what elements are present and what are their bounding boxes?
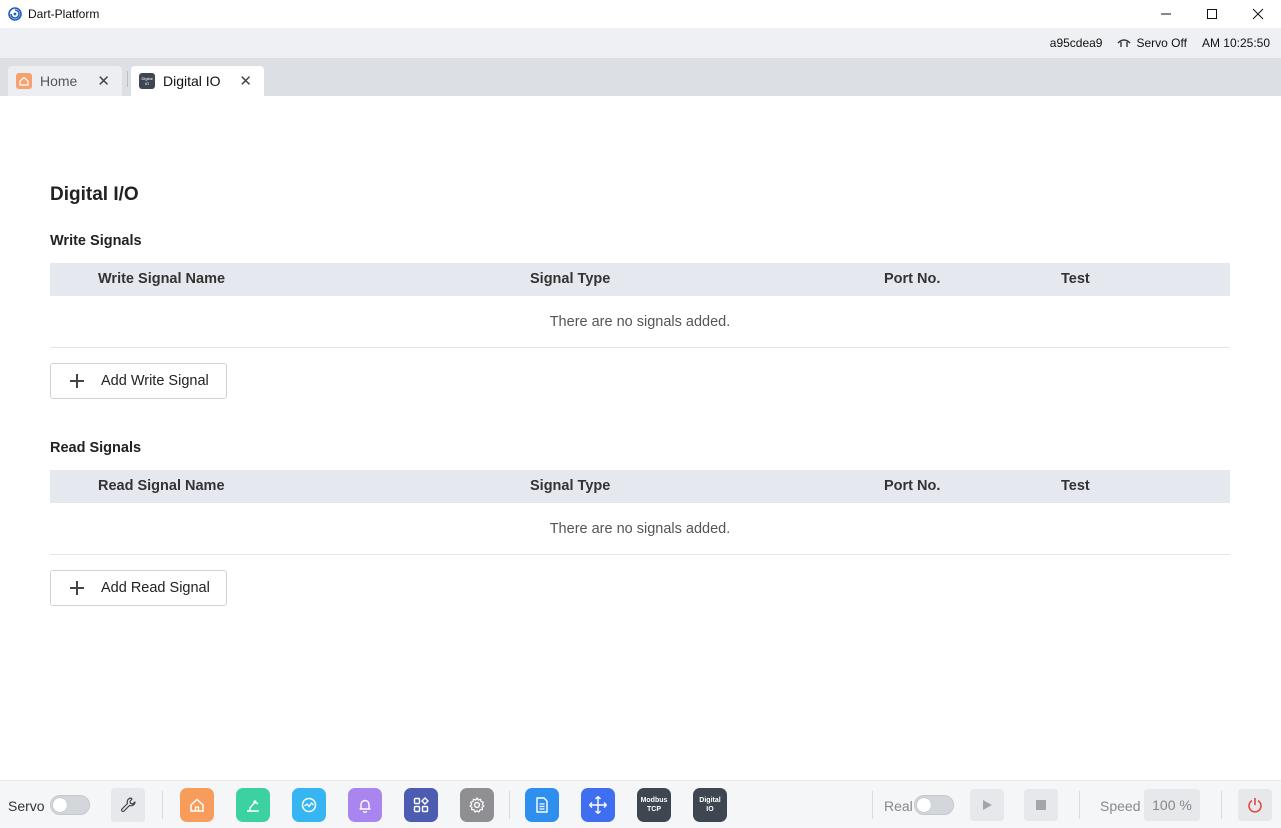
write-signals-title: Write Signals [50, 233, 142, 249]
window-title: Dart-Platform [28, 7, 100, 21]
toolbar-separator [509, 791, 510, 819]
monitor-icon [301, 797, 317, 813]
servo-toggle[interactable] [50, 795, 90, 815]
move-app-button[interactable] [581, 788, 615, 822]
maximize-button[interactable] [1189, 0, 1235, 28]
digital-io-icon-text: Digital IO [141, 76, 153, 86]
real-mode-toggle-knob [917, 798, 931, 812]
read-signals-table: Read Signal Name Signal Type Port No. Te… [50, 470, 1230, 555]
stop-button[interactable] [1024, 789, 1058, 821]
minimize-button[interactable] [1143, 0, 1189, 28]
wrench-icon [121, 797, 136, 812]
column-header-signal-type: Signal Type [530, 478, 611, 494]
speed-label: Speed [1100, 798, 1141, 814]
column-header-name: Write Signal Name [98, 271, 226, 287]
close-window-button[interactable] [1235, 0, 1281, 28]
speed-value[interactable]: 100 % [1144, 789, 1200, 821]
stop-icon [1036, 800, 1046, 810]
column-header-port-no: Port No. [884, 271, 941, 287]
play-button[interactable] [970, 789, 1004, 821]
home-icon [190, 798, 204, 812]
read-signals-empty-message: There are no signals added. [50, 503, 1230, 555]
status-bar: a95cdea9 Servo Off AM 10:25:50 [0, 28, 1281, 58]
clock-text: AM 10:25:50 [1201, 36, 1270, 50]
tab-bar: Home ✕ Digital IO Digital IO ✕ [0, 58, 1281, 96]
write-signals-empty-message: There are no signals added. [50, 296, 1230, 348]
toolbar-separator [872, 791, 873, 819]
settings-app-button[interactable] [460, 788, 494, 822]
tools-button[interactable] [111, 788, 145, 822]
write-signals-table: Write Signal Name Signal Type Port No. T… [50, 263, 1230, 348]
bottom-toolbar: Servo Modbus TCP Digital IO Real Speed 1… [0, 780, 1281, 828]
close-icon [1252, 8, 1264, 20]
title-bar: Dart-Platform [0, 0, 1281, 28]
servo-off-icon [1117, 39, 1131, 47]
toolbar-separator [162, 791, 163, 819]
document-app-button[interactable] [525, 788, 559, 822]
column-header-test: Test [1061, 478, 1090, 494]
document-icon [536, 797, 548, 813]
power-button[interactable] [1238, 789, 1272, 821]
page-title: Digital I/O [50, 184, 139, 205]
tab-digital-io-close-icon[interactable]: ✕ [239, 72, 252, 90]
toolbar-separator [1079, 791, 1080, 819]
digital-io-app-button[interactable]: Digital IO [693, 788, 727, 822]
monitor-app-button[interactable] [292, 788, 326, 822]
home-icon [16, 73, 32, 89]
tab-home-label: Home [40, 73, 78, 89]
grid-apps-icon [413, 797, 429, 813]
tab-digital-io[interactable]: Digital IO Digital IO ✕ [131, 66, 264, 96]
add-read-signal-label: Add Read Signal [101, 580, 210, 596]
column-header-signal-type: Signal Type [530, 271, 611, 287]
read-signals-header: Read Signal Name Signal Type Port No. Te… [50, 470, 1230, 503]
home-app-button[interactable] [180, 788, 214, 822]
servo-toggle-knob [53, 798, 67, 812]
plus-icon [70, 374, 84, 388]
robot-arm-icon [247, 800, 259, 812]
minimize-icon [1161, 13, 1171, 15]
notification-app-button[interactable] [348, 788, 382, 822]
modbus-tcp-icon: Modbus TCP [640, 797, 668, 813]
digital-io-icon: Digital IO [699, 797, 721, 813]
column-header-port-no: Port No. [884, 478, 941, 494]
servo-status: Servo Off [1117, 36, 1187, 50]
add-write-signal-button[interactable]: Add Write Signal [50, 363, 227, 399]
servo-label: Servo [8, 798, 45, 814]
modbus-tcp-app-button[interactable]: Modbus TCP [637, 788, 671, 822]
real-mode-label: Real [884, 798, 913, 814]
digital-io-icon: Digital IO [139, 73, 155, 89]
clock: AM 10:25:50 [1202, 36, 1270, 50]
device-id: a95cdea9 [1050, 36, 1103, 50]
servo-status-text: Servo Off [1136, 36, 1187, 50]
tab-home[interactable]: Home ✕ [8, 66, 122, 96]
real-mode-toggle[interactable] [914, 795, 954, 815]
bell-icon [359, 799, 371, 814]
gear-icon [469, 797, 485, 813]
modules-app-button[interactable] [404, 788, 438, 822]
tab-home-close-icon[interactable]: ✕ [97, 72, 110, 90]
read-signals-title: Read Signals [50, 440, 142, 456]
power-icon [1248, 797, 1262, 813]
robot-app-button[interactable] [236, 788, 270, 822]
dart-logo-icon [8, 7, 22, 21]
maximize-icon [1207, 9, 1217, 19]
write-signals-header: Write Signal Name Signal Type Port No. T… [50, 263, 1230, 296]
tab-digital-io-label: Digital IO [163, 73, 221, 89]
toolbar-separator [1221, 791, 1222, 819]
add-read-signal-button[interactable]: Add Read Signal [50, 570, 227, 606]
device-id-text: a95cdea9 [1049, 36, 1103, 50]
column-header-name: Read Signal Name [98, 478, 225, 494]
add-write-signal-label: Add Write Signal [101, 373, 209, 389]
play-icon [983, 800, 992, 810]
move-arrows-icon [589, 796, 607, 814]
column-header-test: Test [1061, 271, 1090, 287]
tab-separator [127, 71, 128, 87]
window-controls [1143, 0, 1281, 28]
plus-icon [70, 581, 84, 595]
